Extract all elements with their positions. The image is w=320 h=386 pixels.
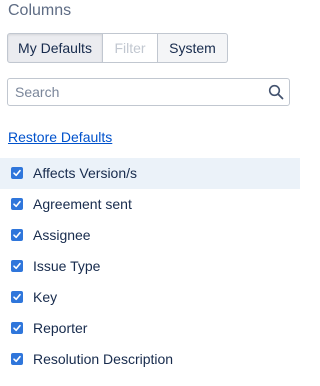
checkbox-checked[interactable] xyxy=(11,353,23,365)
checkbox-checked[interactable] xyxy=(11,291,23,303)
tab-filter: Filter xyxy=(103,33,158,63)
checkbox-checked[interactable] xyxy=(11,167,23,179)
column-label: Resolution Description xyxy=(33,351,174,367)
check-icon xyxy=(13,355,21,363)
search-box xyxy=(7,78,290,106)
column-label: Issue Type xyxy=(33,258,101,274)
search-icon[interactable] xyxy=(268,84,284,100)
column-row-reporter[interactable]: Reporter xyxy=(0,313,300,344)
column-label: Affects Version/s xyxy=(33,165,138,181)
checkbox-checked[interactable] xyxy=(11,322,23,334)
column-config-tabs: My Defaults Filter System xyxy=(7,33,228,63)
checkbox-checked[interactable] xyxy=(11,260,23,272)
check-icon xyxy=(13,231,21,239)
check-icon xyxy=(13,293,21,301)
search-input[interactable] xyxy=(8,79,258,105)
tab-system[interactable]: System xyxy=(158,33,228,63)
restore-defaults-link[interactable]: Restore Defaults xyxy=(8,128,112,146)
checkbox-checked[interactable] xyxy=(11,229,23,241)
column-label: Assignee xyxy=(33,227,91,243)
check-icon xyxy=(13,200,21,208)
column-row-agreement-sent[interactable]: Agreement sent xyxy=(0,189,300,220)
column-row-affects-version[interactable]: Affects Version/s xyxy=(0,158,300,189)
panel-title: Columns xyxy=(8,2,72,19)
tab-my-defaults[interactable]: My Defaults xyxy=(7,33,103,63)
checkbox-checked[interactable] xyxy=(11,198,23,210)
check-icon xyxy=(13,262,21,270)
column-label: Key xyxy=(33,289,58,305)
column-row-key[interactable]: Key xyxy=(0,282,300,313)
column-list: Affects Version/s Agreement sent Assigne… xyxy=(0,158,300,375)
check-icon xyxy=(13,169,21,177)
column-label: Agreement sent xyxy=(33,196,132,212)
column-row-assignee[interactable]: Assignee xyxy=(0,220,300,251)
column-row-resolution-description[interactable]: Resolution Description xyxy=(0,344,300,375)
column-row-issue-type[interactable]: Issue Type xyxy=(0,251,300,282)
column-label: Reporter xyxy=(33,320,88,336)
check-icon xyxy=(13,324,21,332)
columns-panel: Columns My Defaults Filter System Restor… xyxy=(0,0,300,386)
